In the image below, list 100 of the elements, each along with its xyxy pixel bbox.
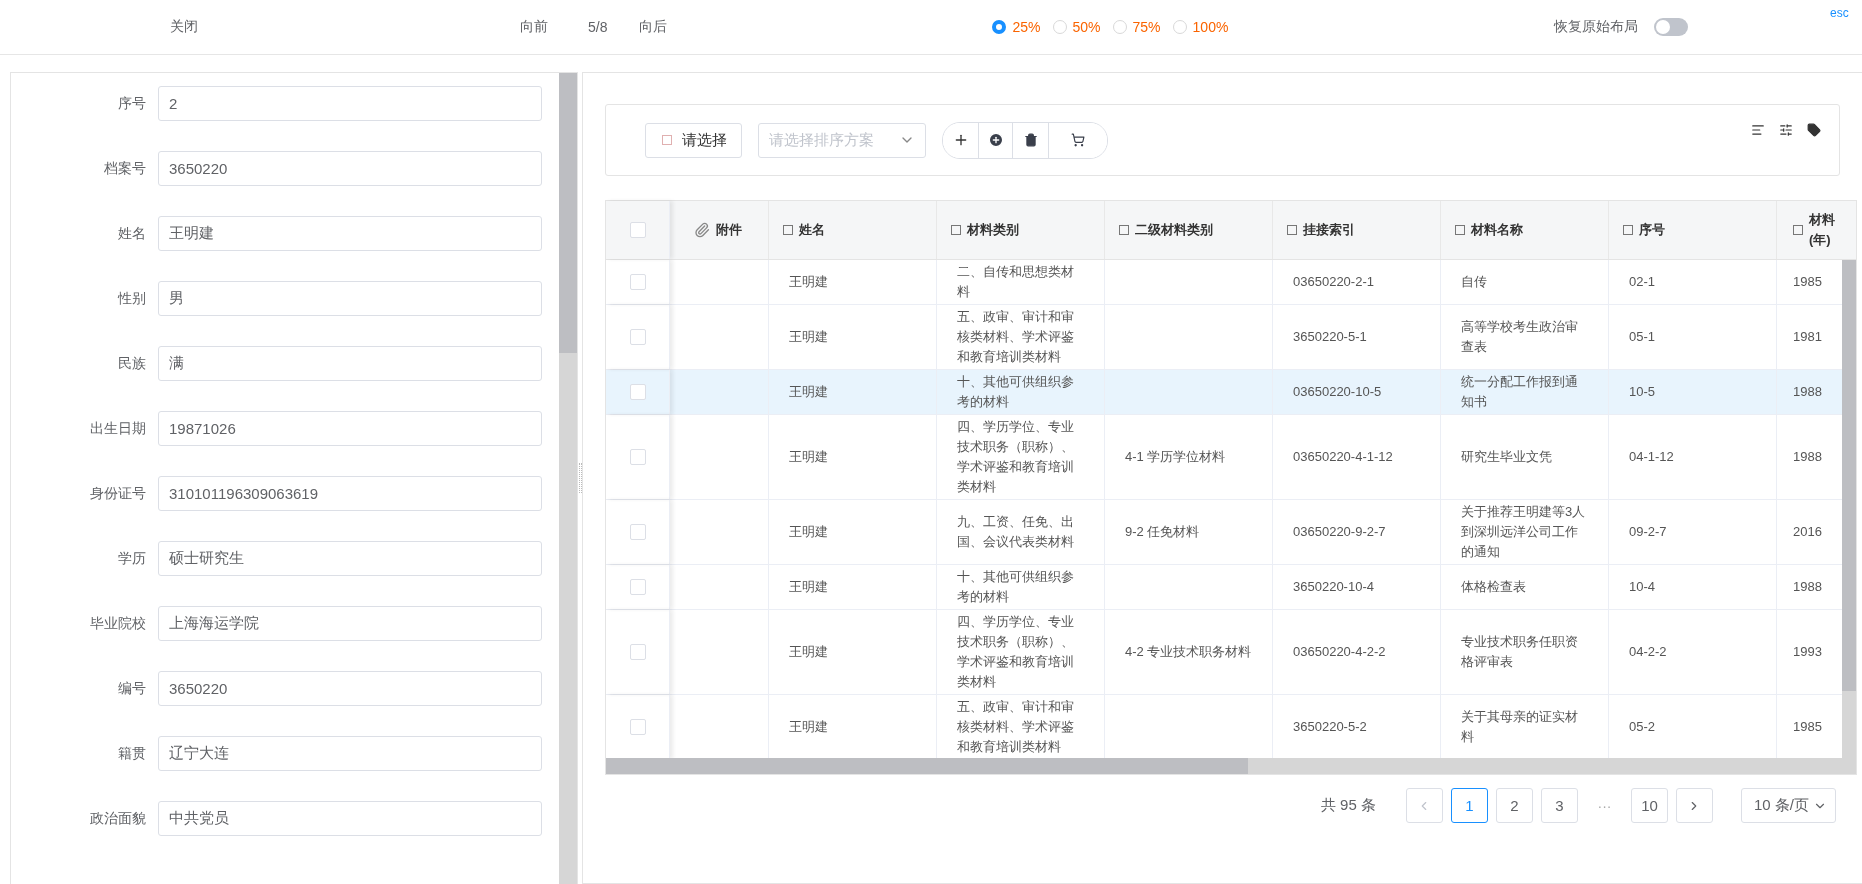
input-field[interactable]: 辽宁大连	[158, 736, 542, 771]
record-position: 5/8	[588, 19, 608, 35]
column-header: 材料名称	[1471, 221, 1523, 239]
table-cell-text: 10-5	[1629, 383, 1656, 401]
table-cell-text: 研究生毕业文凭	[1461, 448, 1552, 466]
checkbox-icon[interactable]	[1287, 225, 1297, 235]
table-cell-text: 04-2-2	[1629, 643, 1667, 661]
checkbox[interactable]	[629, 329, 646, 345]
checkbox-icon[interactable]	[783, 225, 793, 235]
field-label: 姓名	[117, 224, 147, 243]
table-cell-text: 1988	[1793, 383, 1822, 401]
cart-icon	[1071, 133, 1085, 147]
table-cell-text: 王明建	[789, 643, 828, 661]
reset-layout-label: 恢复原始布局	[1554, 18, 1639, 36]
input-field[interactable]: 3650220	[158, 671, 542, 706]
checkbox-icon[interactable]	[951, 225, 961, 235]
field-label: 学历	[117, 549, 147, 568]
checkbox-icon[interactable]	[1623, 225, 1633, 235]
table-cell-text: 03650220-10-5	[1293, 383, 1382, 401]
table-cell-text: 体格检查表	[1461, 578, 1526, 596]
table-row[interactable]: 王明建 十、其他可供组织参考的材料 3650220-10-4 体格检查表 10-4 1988	[606, 565, 1842, 610]
align-left-icon[interactable]	[1751, 123, 1765, 137]
input-field[interactable]: 19871026	[158, 411, 542, 446]
table-cell-text: 二、自传和思想类材料	[957, 263, 1075, 301]
scrollbar[interactable]	[559, 73, 577, 884]
table-cell-text: 九、工资、任免、出国、会议代表类材料	[957, 513, 1075, 551]
next-page-button[interactable]	[1675, 788, 1713, 823]
checkbox-icon[interactable]	[1455, 225, 1465, 235]
field-label: 序号	[117, 94, 147, 113]
input-field[interactable]: 满	[158, 346, 542, 381]
table-cell-text: 05-1	[1629, 328, 1656, 346]
column-header: 二级材料类别	[1135, 221, 1213, 239]
splitter-handle[interactable]	[578, 463, 582, 493]
page-ellipsis: ···	[1596, 797, 1613, 814]
trash-icon	[1023, 133, 1038, 147]
table-cell-text: 王明建	[789, 578, 828, 596]
table-row[interactable]: 王明建 四、学历学位、专业技术职务（职称）、学术评鉴和教育培训类材料 4-1 学历学位材料 03650220-4-1-12 研究生毕业文凭 04-1-12 1988	[606, 415, 1842, 500]
page-size-select[interactable]: 10 条/页	[1740, 788, 1836, 823]
input-field[interactable]: 中共党员	[158, 801, 542, 836]
table-row[interactable]: 王明建 十、其他可供组织参考的材料 03650220-10-5 统一分配工作报到通知书 10-5 1988	[606, 370, 1842, 415]
page-button[interactable]: 10	[1630, 788, 1668, 823]
checkbox[interactable]	[629, 274, 646, 290]
table-row[interactable]: 王明建 五、政审、审计和审核类材料、学术评鉴和教育培训类材料 3650220-5-1 高等学校考生政治审查表 05-1 1981	[606, 305, 1842, 370]
reset-layout-toggle[interactable]	[1654, 18, 1689, 36]
input-field[interactable]: 男	[158, 281, 542, 316]
table-cell-text: 4-1 学历学位材料	[1125, 448, 1226, 466]
table-cell-text: 1993	[1793, 643, 1822, 661]
checkbox-icon[interactable]	[1793, 225, 1803, 235]
input-field[interactable]: 2	[158, 86, 542, 121]
select-button[interactable]: 请选择	[645, 122, 742, 158]
table-cell-text: 关于其母亲的证实材料	[1461, 708, 1579, 746]
table-row[interactable]: 王明建 九、工资、任免、出国、会议代表类材料 9-2 任免材料 03650220-9-2-7 关于推荐王明建等3人到深圳远洋公司工作的通知 09-2-7 2016	[606, 500, 1842, 565]
table-row[interactable]: 王明建 四、学历学位、专业技术职务（职称）、学术评鉴和教育培训类材料 4-2 专业技术职务材料 03650220-4-2-2 专业技术职务任职资格评审表 04-2-2 1993	[606, 610, 1842, 695]
table-cell-text: 3650220-10-4	[1293, 578, 1374, 596]
checkbox[interactable]	[629, 579, 646, 595]
plus-circle-icon	[987, 132, 1004, 148]
table-cell-text: 3650220-5-1	[1293, 328, 1367, 346]
field-label: 民族	[117, 354, 147, 373]
page-button[interactable]: 2	[1495, 788, 1533, 823]
input-field[interactable]: 王明建	[158, 216, 542, 251]
table-cell-text: 统一分配工作报到通知书	[1461, 373, 1579, 411]
column-header: 材料类别	[967, 221, 1019, 239]
paperclip-icon	[694, 222, 710, 238]
table-cell-text: 王明建	[789, 273, 828, 291]
table-cell-text: 9-2 任免材料	[1125, 523, 1200, 541]
table-row[interactable]: 王明建 二、自传和思想类材料 03650220-2-1 自传 02-1 1985	[606, 260, 1842, 305]
column-header: 序号	[1639, 221, 1665, 239]
table-cell-text: 四、学历学位、专业技术职务（职称）、学术评鉴和教育培训类材料	[957, 418, 1075, 496]
field-label: 身份证号	[89, 484, 147, 503]
table-cell-text: 王明建	[789, 328, 828, 346]
input-field[interactable]: 硕士研究生	[158, 541, 542, 576]
checkbox[interactable]	[629, 222, 646, 238]
page-button[interactable]: 3	[1540, 788, 1578, 823]
add-button[interactable]	[943, 122, 979, 158]
field-label: 政治面貌	[89, 809, 147, 828]
checkbox[interactable]	[629, 524, 646, 540]
column-header: 挂接索引	[1303, 221, 1355, 239]
previous-link[interactable]: 向前	[520, 18, 548, 36]
checkbox[interactable]	[629, 644, 646, 660]
checkbox[interactable]	[629, 719, 646, 735]
checkbox-icon[interactable]	[1119, 225, 1129, 235]
checkbox[interactable]	[629, 384, 646, 400]
table-cell-text: 五、政审、审计和审核类材料、学术评鉴和教育培训类材料	[957, 698, 1075, 756]
tag-icon[interactable]	[1807, 123, 1821, 137]
checkbox[interactable]	[629, 449, 646, 465]
input-field[interactable]: 上海海运学院	[158, 606, 542, 641]
field-label: 出生日期	[89, 419, 147, 438]
field-label: 籍贯	[117, 744, 147, 763]
sliders-icon[interactable]	[1779, 123, 1793, 137]
table-cell-text: 09-2-7	[1629, 523, 1667, 541]
table-cell-text: 03650220-2-1	[1293, 273, 1374, 291]
scrollbar[interactable]	[1842, 260, 1856, 758]
horizontal-scrollbar[interactable]	[606, 758, 1856, 774]
next-link[interactable]: 向后	[639, 18, 668, 36]
input-field[interactable]: 3650220	[158, 151, 542, 186]
table-cell-text: 05-2	[1629, 718, 1656, 736]
close-link[interactable]: 关闭	[170, 18, 198, 36]
input-field[interactable]: 310101196309063619	[158, 476, 542, 511]
table-cell-text: 王明建	[789, 523, 828, 541]
table-cell-text: 十、其他可供组织参考的材料	[957, 568, 1075, 606]
